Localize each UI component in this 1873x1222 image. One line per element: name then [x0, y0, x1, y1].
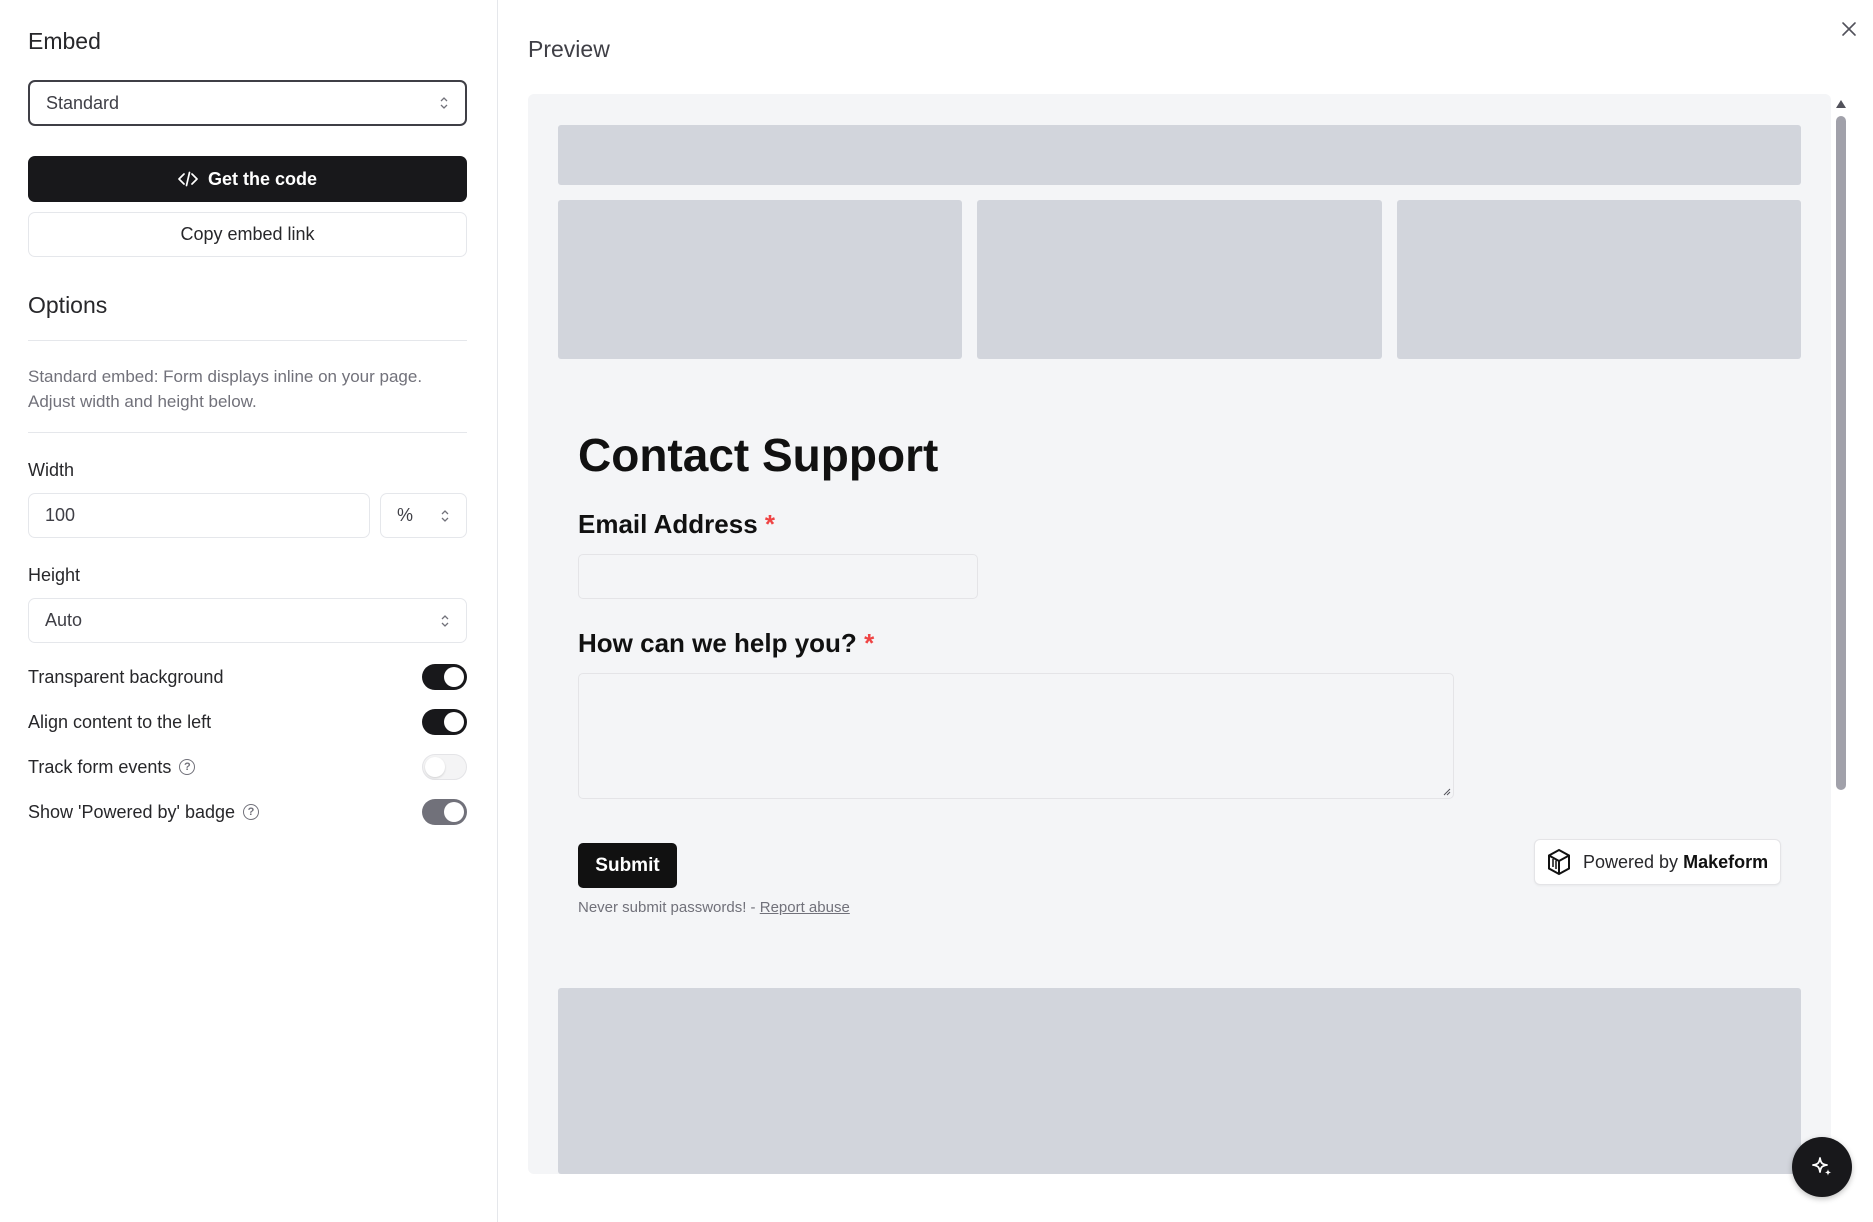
email-label: Email Address *: [578, 509, 775, 540]
ai-assistant-button[interactable]: [1792, 1137, 1852, 1197]
resize-handle-icon[interactable]: [1441, 786, 1451, 796]
width-unit-value: %: [397, 505, 414, 525]
sparkle-icon: [1812, 1157, 1832, 1176]
badge-brand: Makeform: [1683, 851, 1769, 872]
report-abuse-link[interactable]: Report abuse: [760, 899, 850, 916]
toggle-row-align-left: Align content to the left: [28, 707, 467, 737]
transparent-background-toggle[interactable]: [422, 664, 467, 690]
preview-title: Preview: [528, 36, 610, 62]
chevron-updown-icon: [441, 509, 449, 522]
width-label: Width: [28, 460, 75, 480]
embed-description: Standard embed: Form displays inline on …: [28, 367, 423, 411]
help-icon[interactable]: ?: [179, 759, 196, 775]
help-textarea[interactable]: [578, 673, 1454, 799]
placeholder-block: [558, 125, 1801, 185]
toggle-label-wrap: Track form events ?: [28, 756, 196, 778]
height-label: Height: [28, 565, 81, 585]
help-label-text: How can we help you?: [578, 628, 857, 658]
form-title: Contact Support: [578, 429, 939, 481]
powered-by-badge[interactable]: Powered by Makeform: [1534, 839, 1781, 885]
code-icon: [178, 171, 198, 187]
badge-prefix: Powered by: [1583, 851, 1679, 872]
powered-by-badge-toggle[interactable]: [422, 799, 467, 825]
embed-type-select[interactable]: Standard: [28, 80, 467, 126]
embed-title: Embed: [28, 28, 101, 54]
toggle-label-wrap: Show 'Powered by' badge ?: [28, 801, 260, 823]
track-form-events-toggle[interactable]: [422, 754, 467, 780]
toggle-row-track-events: Track form events ?: [28, 752, 467, 782]
options-title: Options: [28, 292, 108, 318]
width-input[interactable]: 100: [28, 493, 370, 538]
email-label-text: Email Address: [578, 509, 758, 539]
width-unit-select[interactable]: %: [380, 493, 467, 538]
footnote: Never submit passwords! - Report abuse: [578, 899, 850, 916]
height-value: Auto: [45, 610, 83, 630]
scroll-up-arrow[interactable]: [1836, 100, 1846, 108]
embed-sidebar: Embed Standard Get the code Copy embed l…: [0, 0, 498, 1222]
placeholder-block: [558, 988, 1801, 1174]
scrollbar-thumb[interactable]: [1836, 116, 1846, 790]
divider: [28, 432, 467, 433]
toggle-row-transparent-background: Transparent background: [28, 662, 467, 692]
badge-text: Powered by Makeform: [1583, 852, 1768, 873]
get-code-button[interactable]: Get the code: [28, 156, 467, 202]
chevron-updown-icon: [441, 614, 449, 627]
copy-embed-link-button[interactable]: Copy embed link: [28, 212, 467, 257]
toggle-label: Track form events: [28, 756, 172, 777]
footnote-text: Never submit passwords! -: [578, 899, 760, 916]
toggle-label: Show 'Powered by' badge: [28, 801, 236, 822]
required-marker: *: [764, 509, 776, 539]
embed-type-value: Standard: [46, 92, 120, 113]
makeform-logo-icon: [1548, 848, 1570, 876]
placeholder-block: [558, 200, 962, 359]
toggle-label: Transparent background: [28, 666, 224, 687]
email-field[interactable]: [578, 554, 978, 599]
submit-button[interactable]: Submit: [578, 843, 677, 888]
help-label: How can we help you? *: [578, 628, 874, 659]
toggle-row-powered-by: Show 'Powered by' badge ?: [28, 797, 467, 827]
divider: [28, 340, 467, 341]
placeholder-block: [977, 200, 1382, 359]
toggle-label: Align content to the left: [28, 711, 212, 732]
align-left-toggle[interactable]: [422, 709, 467, 735]
help-icon[interactable]: ?: [243, 804, 260, 820]
required-marker: *: [864, 628, 875, 658]
placeholder-block: [1397, 200, 1801, 359]
close-icon[interactable]: [1838, 18, 1860, 40]
get-code-label: Get the code: [207, 168, 318, 189]
chevron-updown-icon: [440, 97, 448, 109]
height-select[interactable]: Auto: [28, 598, 467, 643]
